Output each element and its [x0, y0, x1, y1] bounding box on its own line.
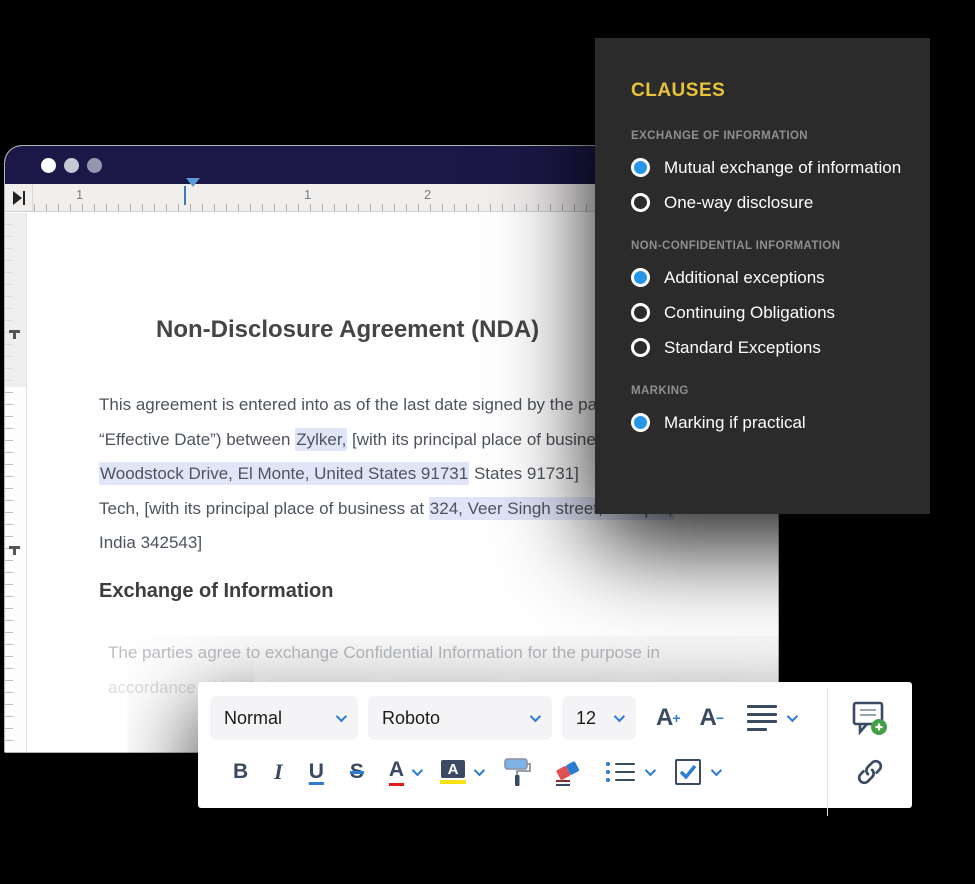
paragraph-line: “Effective Date”) between Zylker, [with … — [99, 423, 674, 458]
chevron-down-icon — [530, 711, 541, 722]
list-chevron-icon[interactable] — [644, 765, 655, 776]
clear-formatting-button[interactable] — [552, 756, 584, 788]
clause-option[interactable]: One-way disclosure — [631, 193, 910, 212]
format-painter-button[interactable] — [502, 756, 532, 788]
paragraph-line: India 342543] — [99, 526, 674, 561]
paragraph: This agreement is entered into as of the… — [99, 388, 674, 561]
text-segment: States 91731] — [469, 464, 579, 483]
merge-field-highlight: Woodstock Drive, El Monte, United States… — [99, 462, 469, 485]
ruler-number: 1 — [304, 187, 311, 202]
checkmark-icon — [679, 764, 697, 780]
radio-unselected-icon[interactable] — [631, 338, 650, 357]
radio-selected-icon[interactable] — [631, 268, 650, 287]
clause-option[interactable]: Standard Exceptions — [631, 338, 910, 357]
faded-line: The parties agree to exchange Confidenti… — [108, 636, 660, 671]
radio-unselected-icon[interactable] — [631, 193, 650, 212]
alignment-chevron-icon[interactable] — [787, 711, 798, 722]
highlight-color-button[interactable]: A — [440, 760, 466, 784]
paragraph-line: This agreement is entered into as of the… — [99, 388, 674, 423]
clauses-panel: CLAUSES EXCHANGE OF INFORMATION Mutual ex… — [595, 38, 930, 514]
indent-marker[interactable] — [184, 187, 200, 205]
checkbox-button[interactable] — [675, 759, 701, 785]
window-zoom-button[interactable] — [87, 158, 102, 173]
clause-option-label: Mutual exchange of information — [664, 158, 901, 178]
ruler-number: 1 — [76, 187, 83, 202]
strikethrough-button[interactable]: S — [350, 760, 364, 784]
clauses-panel-title: CLAUSES — [631, 80, 910, 102]
radio-selected-icon[interactable] — [631, 413, 650, 432]
underline-button[interactable]: U — [309, 760, 324, 784]
window-close-button[interactable] — [41, 158, 56, 173]
add-comment-button[interactable] — [850, 698, 888, 738]
paragraph-style-select[interactable]: Normal — [210, 696, 358, 740]
paint-roller-icon — [502, 756, 532, 788]
bullet-list-button[interactable] — [594, 762, 639, 782]
font-color-button[interactable]: A — [389, 758, 404, 786]
vertical-ruler — [5, 213, 27, 752]
text-segment: “Effective Date”) between — [99, 430, 295, 449]
decrease-font-size-button[interactable]: A− — [700, 704, 724, 732]
clause-option-label: One-way disclosure — [664, 193, 813, 213]
clause-group-label: MARKING — [631, 385, 910, 397]
clause-option-label: Continuing Obligations — [664, 303, 835, 323]
paragraph-style-value: Normal — [224, 708, 282, 729]
clause-group-label: EXCHANGE OF INFORMATION — [631, 130, 910, 142]
paragraph-line: Woodstock Drive, El Monte, United States… — [99, 457, 674, 492]
section-heading: Exchange of Information — [99, 580, 333, 603]
font-size-select[interactable]: 12 — [562, 696, 636, 740]
clause-option[interactable]: Continuing Obligations — [631, 303, 910, 322]
clause-option-label: Additional exceptions — [664, 268, 825, 288]
clause-option[interactable]: Mutual exchange of information — [631, 158, 910, 177]
bold-button[interactable]: B — [233, 760, 248, 784]
radio-selected-icon[interactable] — [631, 158, 650, 177]
clause-option-label: Marking if practical — [664, 413, 806, 433]
formatting-toolbar: Normal Roboto 12 A+ A− — [198, 682, 912, 808]
alignment-button[interactable] — [733, 705, 781, 731]
window-minimize-button[interactable] — [64, 158, 79, 173]
highlight-chevron-icon[interactable] — [474, 765, 485, 776]
align-left-icon — [747, 705, 777, 731]
margin-marker[interactable] — [9, 330, 20, 333]
paragraph-line: Tech, [with its principal place of busin… — [99, 492, 674, 527]
eraser-icon — [552, 756, 584, 788]
link-icon — [854, 756, 886, 788]
italic-button[interactable]: I — [274, 759, 283, 785]
text-segment: India 342543] — [99, 533, 202, 552]
ruler-number: 2 — [424, 187, 431, 202]
font-size-value: 12 — [576, 708, 596, 729]
tab-stop-selector-icon[interactable] — [5, 184, 33, 211]
clause-option-label: Standard Exceptions — [664, 338, 821, 358]
clause-group-label: NON-CONFIDENTIAL INFORMATION — [631, 240, 910, 252]
highlight-icon: A — [441, 760, 465, 778]
font-family-select[interactable]: Roboto — [368, 696, 552, 740]
font-color-chevron-icon[interactable] — [412, 765, 423, 776]
clause-groups: EXCHANGE OF INFORMATION Mutual exchange o… — [631, 130, 910, 432]
bullet-list-icon — [606, 762, 635, 782]
toolbar-divider — [827, 726, 828, 816]
checkbox-chevron-icon[interactable] — [710, 765, 721, 776]
clause-option[interactable]: Additional exceptions — [631, 268, 910, 287]
chevron-down-icon — [336, 711, 347, 722]
text-segment: Tech, [with its principal place of busin… — [99, 499, 429, 518]
insert-link-button[interactable] — [854, 756, 886, 788]
margin-marker[interactable] — [9, 546, 20, 549]
increase-font-size-button[interactable]: A+ — [656, 704, 680, 732]
document-title: Non-Disclosure Agreement (NDA) — [156, 316, 539, 344]
chevron-down-icon — [614, 711, 625, 722]
radio-unselected-icon[interactable] — [631, 303, 650, 322]
font-family-value: Roboto — [382, 708, 440, 729]
merge-field-highlight: Zylker, — [295, 428, 347, 451]
text-segment: This agreement is entered into as of the… — [99, 395, 663, 414]
clause-option[interactable]: Marking if practical — [631, 413, 910, 432]
add-comment-icon — [850, 698, 888, 738]
